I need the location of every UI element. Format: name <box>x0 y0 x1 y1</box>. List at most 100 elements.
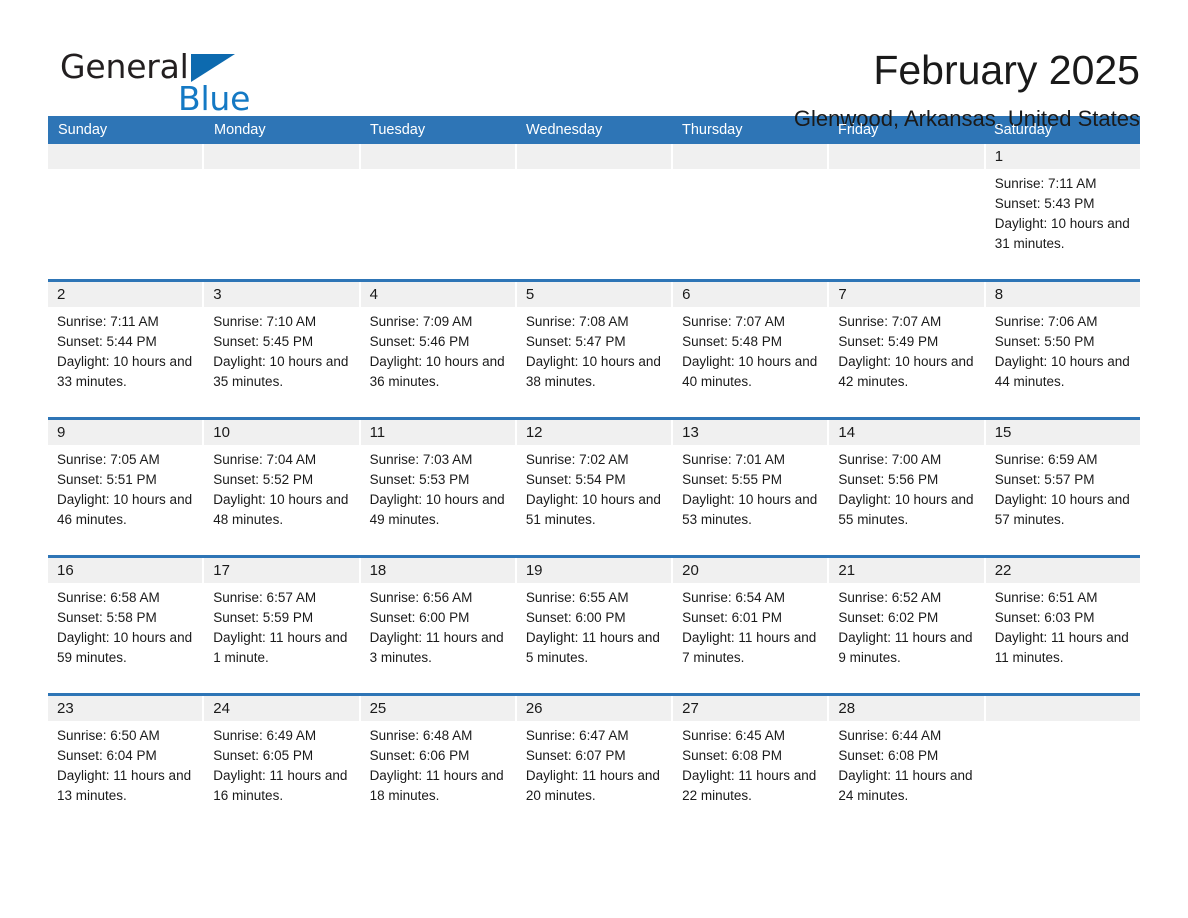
calendar-day-cell[interactable]: 15 Sunrise: 6:59 AM Sunset: 5:57 PM Dayligh… <box>985 420 1140 547</box>
calendar-day-cell[interactable]: 8 Sunrise: 7:06 AM Sunset: 5:50 PM Daylight… <box>985 282 1140 409</box>
calendar-day-cell[interactable]: 4 Sunrise: 7:09 AM Sunset: 5:46 PM Daylight… <box>360 282 515 409</box>
daylight-text: Daylight: 10 hours and 42 minutes. <box>838 354 974 389</box>
sunrise-text: Sunrise: 6:45 AM <box>682 728 785 743</box>
day-number <box>829 144 984 169</box>
calendar-day-cell[interactable]: 11 Sunrise: 7:03 AM Sunset: 5:53 PM Dayligh… <box>360 420 515 547</box>
day-number: 1 <box>985 144 1140 169</box>
sunrise-text: Sunrise: 7:07 AM <box>682 314 785 329</box>
day-number <box>516 144 672 169</box>
calendar-day-cell[interactable]: 1 Sunrise: 7:11 AM Sunset: 5:43 PM Daylight… <box>985 144 1140 271</box>
sunset-text: Sunset: 6:07 PM <box>525 748 626 763</box>
daylight-text: Daylight: 10 hours and 46 minutes. <box>57 492 193 527</box>
day-details: Sunrise: 6:59 AM Sunset: 5:57 PM Daylight:… <box>986 445 1140 530</box>
daylight-text: Daylight: 10 hours and 49 minutes. <box>369 492 505 527</box>
calendar-day-cell-empty <box>829 144 984 271</box>
weekday-header-tuesday: Tuesday <box>370 122 426 138</box>
calendar-day-cell[interactable]: 27 Sunrise: 6:45 AM Sunset: 6:08 PM Dayligh… <box>673 696 828 823</box>
calendar-day-cell[interactable]: 9 Sunrise: 7:05 AM Sunset: 5:51 PM Daylight… <box>48 420 203 547</box>
calendar-day-cell[interactable]: 18 Sunrise: 6:56 AM Sunset: 6:00 PM Dayligh… <box>360 558 515 685</box>
day-number: 11 <box>360 420 515 445</box>
day-details: Sunrise: 7:06 AM Sunset: 5:50 PM Daylight:… <box>986 307 1140 392</box>
sunrise-text: Sunrise: 6:47 AM <box>525 728 629 743</box>
day-details: Sunrise: 7:10 AM Sunset: 5:45 PM Daylight:… <box>204 307 358 392</box>
calendar-day-cell[interactable]: 26 Sunrise: 6:47 AM Sunset: 6:07 PM Dayligh… <box>516 696 672 823</box>
weekday-header-sunday: Sunday <box>58 122 108 138</box>
calendar-day-cell[interactable]: 24 Sunrise: 6:49 AM Sunset: 6:05 PM Dayligh… <box>204 696 359 823</box>
calendar-day-cell[interactable]: 25 Sunrise: 6:48 AM Sunset: 6:06 PM Dayligh… <box>360 696 515 823</box>
sunrise-text: Sunrise: 6:54 AM <box>682 590 785 605</box>
calendar-day-cell[interactable]: 12 Sunrise: 7:02 AM Sunset: 5:54 PM Dayligh… <box>516 420 672 547</box>
day-number: 7 <box>829 282 984 307</box>
logo-text-general: General <box>60 47 189 86</box>
calendar-day-cell[interactable]: 16 Sunrise: 6:58 AM Sunset: 5:58 PM Dayligh… <box>48 558 203 685</box>
sunset-text: Sunset: 6:03 PM <box>994 610 1095 625</box>
sunset-text: Sunset: 6:08 PM <box>682 748 782 763</box>
sunrise-text: Sunrise: 7:07 AM <box>838 314 942 329</box>
calendar-day-cell[interactable]: 7 Sunrise: 7:07 AM Sunset: 5:49 PM Daylight… <box>829 282 984 409</box>
calendar-day-cell[interactable]: 6 Sunrise: 7:07 AM Sunset: 5:48 PM Daylight… <box>673 282 828 409</box>
day-number <box>673 144 828 169</box>
daylight-text: Daylight: 10 hours and 51 minutes. <box>525 492 661 527</box>
day-details: Sunrise: 6:58 AM Sunset: 5:58 PM Daylight:… <box>48 583 202 668</box>
sunrise-text: Sunrise: 7:06 AM <box>994 314 1098 329</box>
calendar-day-cell[interactable]: 22 Sunrise: 6:51 AM Sunset: 6:03 PM Dayligh… <box>985 558 1140 685</box>
calendar-day-cell[interactable]: 28 Sunrise: 6:44 AM Sunset: 6:08 PM Dayligh… <box>829 696 984 823</box>
weekday-header-monday: Monday <box>214 122 266 138</box>
calendar-day-cell-empty <box>204 144 359 271</box>
day-number: 19 <box>516 558 672 583</box>
day-details: Sunrise: 7:00 AM Sunset: 5:56 PM Daylight:… <box>829 445 983 530</box>
day-number: 23 <box>48 696 203 721</box>
calendar-day-cell[interactable]: 20 Sunrise: 6:54 AM Sunset: 6:01 PM Dayligh… <box>673 558 828 685</box>
daylight-text: Daylight: 10 hours and 59 minutes. <box>57 630 193 665</box>
sunrise-text: Sunrise: 6:57 AM <box>213 590 317 605</box>
sunset-text: Sunset: 5:46 PM <box>369 334 470 349</box>
sunset-text: Sunset: 5:55 PM <box>682 472 782 487</box>
calendar-day-cell[interactable]: 14 Sunrise: 7:00 AM Sunset: 5:56 PM Dayligh… <box>829 420 984 547</box>
calendar-day-cell[interactable]: 5 Sunrise: 7:08 AM Sunset: 5:47 PM Daylight… <box>516 282 672 409</box>
calendar-day-cell[interactable]: 17 Sunrise: 6:57 AM Sunset: 5:59 PM Dayligh… <box>204 558 359 685</box>
day-number: 6 <box>673 282 828 307</box>
generalblue-logo[interactable]: General Blue <box>48 44 308 116</box>
sunrise-text: Sunrise: 6:48 AM <box>369 728 473 743</box>
daylight-text: Daylight: 11 hours and 5 minutes. <box>525 630 660 665</box>
day-number: 27 <box>673 696 828 721</box>
daylight-text: Daylight: 10 hours and 35 minutes. <box>213 354 349 389</box>
calendar-day-cell[interactable]: 13 Sunrise: 7:01 AM Sunset: 5:55 PM Dayligh… <box>673 420 828 547</box>
daylight-text: Daylight: 11 hours and 16 minutes. <box>213 768 348 803</box>
day-number <box>204 144 359 169</box>
day-details: Sunrise: 6:56 AM Sunset: 6:00 PM Daylight:… <box>361 583 515 668</box>
calendar-day-cell[interactable]: 21 Sunrise: 6:52 AM Sunset: 6:02 PM Dayligh… <box>829 558 984 685</box>
day-number: 9 <box>48 420 203 445</box>
sunset-text: Sunset: 5:57 PM <box>994 472 1095 487</box>
daylight-text: Daylight: 10 hours and 33 minutes. <box>57 354 193 389</box>
calendar-day-cell[interactable]: 23 Sunrise: 6:50 AM Sunset: 6:04 PM Dayligh… <box>48 696 203 823</box>
calendar-grid: Sunday Monday Tuesday Wednesday Thursday Frid… <box>48 116 1140 823</box>
calendar-week-row: 2 Sunrise: 7:11 AM Sunset: 5:44 PM Daylight… <box>48 279 1140 409</box>
sunset-text: Sunset: 5:45 PM <box>213 334 314 349</box>
sunrise-text: Sunrise: 6:44 AM <box>838 728 942 743</box>
daylight-text: Daylight: 10 hours and 48 minutes. <box>213 492 349 527</box>
daylight-text: Daylight: 11 hours and 24 minutes. <box>838 768 973 803</box>
sunrise-text: Sunrise: 6:51 AM <box>994 590 1098 605</box>
sunrise-text: Sunrise: 6:59 AM <box>994 452 1098 467</box>
calendar-day-cell[interactable]: 2 Sunrise: 7:11 AM Sunset: 5:44 PM Daylight… <box>48 282 203 409</box>
sunrise-text: Sunrise: 7:01 AM <box>682 452 785 467</box>
sunset-text: Sunset: 5:59 PM <box>213 610 314 625</box>
sunset-text: Sunset: 5:54 PM <box>525 472 626 487</box>
sunset-text: Sunset: 5:50 PM <box>994 334 1095 349</box>
day-details: Sunrise: 7:01 AM Sunset: 5:55 PM Daylight:… <box>673 445 827 530</box>
page-title: February 2025 <box>873 47 1140 93</box>
day-number: 12 <box>516 420 672 445</box>
day-details: Sunrise: 7:11 AM Sunset: 5:44 PM Daylight:… <box>48 307 202 392</box>
calendar-day-cell[interactable]: 10 Sunrise: 7:04 AM Sunset: 5:52 PM Dayligh… <box>204 420 359 547</box>
sunset-text: Sunset: 5:58 PM <box>57 610 157 625</box>
sunset-text: Sunset: 5:44 PM <box>57 334 157 349</box>
calendar-day-cell[interactable]: 3 Sunrise: 7:10 AM Sunset: 5:45 PM Daylight… <box>204 282 359 409</box>
daylight-text: Daylight: 11 hours and 7 minutes. <box>682 630 817 665</box>
sunrise-text: Sunrise: 6:55 AM <box>525 590 629 605</box>
day-number: 17 <box>204 558 359 583</box>
calendar-day-cell[interactable]: 19 Sunrise: 6:55 AM Sunset: 6:00 PM Dayligh… <box>516 558 672 685</box>
daylight-text: Daylight: 10 hours and 55 minutes. <box>838 492 974 527</box>
sunset-text: Sunset: 6:00 PM <box>525 610 626 625</box>
day-number: 2 <box>48 282 203 307</box>
